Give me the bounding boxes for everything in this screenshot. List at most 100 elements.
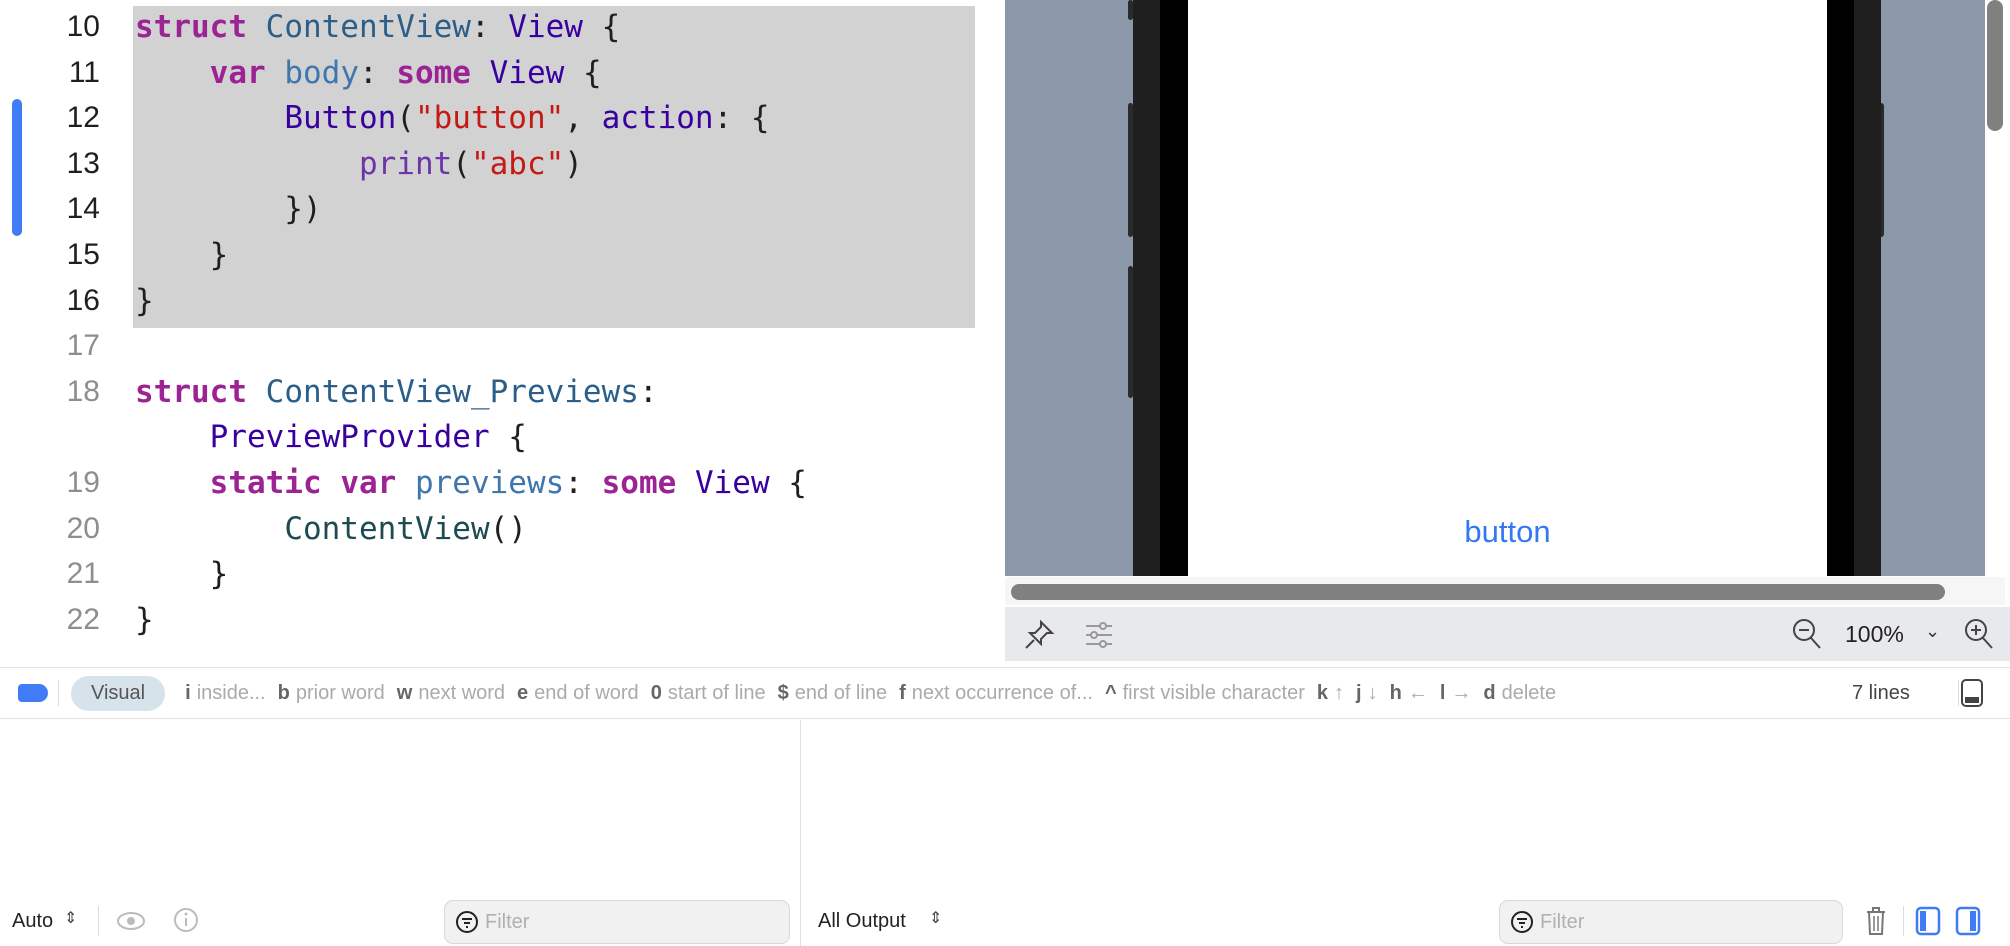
code-text: } [135, 597, 154, 643]
code-line[interactable]: 19 static var previews: some View { [0, 460, 980, 506]
divider [98, 906, 99, 936]
console-output-select[interactable]: All Output [818, 910, 906, 933]
eye-icon[interactable] [116, 908, 146, 934]
code-text: } [135, 232, 229, 278]
vim-hint: l → [1440, 682, 1472, 705]
device-screen: button [1188, 0, 1827, 576]
vim-status-bar: Visual i inside... b prior word w next word e e… [0, 667, 2010, 719]
show-variables-view-icon[interactable] [1915, 906, 1941, 936]
code-line[interactable]: 13 print("abc") [0, 141, 980, 187]
hint-key: j [1356, 681, 1362, 704]
hint-key: e [517, 681, 529, 704]
code-line[interactable]: 14 }) [0, 186, 980, 232]
code-line[interactable]: 22} [0, 597, 980, 643]
variables-filter-field[interactable]: Filter [444, 900, 790, 944]
console-filter-field[interactable]: Filter [1499, 900, 1843, 944]
line-number: 22 [66, 602, 100, 636]
hint-label: next occurrence of... [911, 681, 1093, 704]
hint-label: next word [418, 681, 506, 704]
hint-label: end of word [534, 681, 639, 704]
code-line[interactable]: 10 struct ContentView: View { [0, 4, 980, 50]
show-console-view-icon[interactable] [1955, 906, 1981, 936]
code-token: ContentView_Previews [265, 373, 639, 410]
code-token: : [470, 9, 509, 45]
vim-hint: j ↓ [1356, 682, 1378, 705]
line-number: 21 [66, 557, 100, 591]
code-token: View [508, 9, 583, 45]
vim-hint: ^ first visible character [1105, 682, 1305, 705]
filter-placeholder: Filter [485, 910, 530, 933]
code-line[interactable]: 12 Button("button", action: { [0, 95, 980, 141]
vim-mode-badge: Visual [71, 675, 166, 711]
preview-horizontal-scrollbar[interactable] [1011, 584, 1945, 600]
code-line[interactable]: 18 struct ContentView_Previews: [0, 369, 980, 415]
info-icon[interactable] [172, 906, 200, 934]
hint-label: inside... [196, 681, 266, 704]
code-text: PreviewProvider { [135, 414, 527, 460]
code-token: } [135, 282, 154, 319]
hint-label: ← [1407, 681, 1428, 704]
code-text: struct ContentView: View { [135, 4, 620, 50]
code-line[interactable]: 15 } [0, 232, 980, 278]
code-token: ContentView [265, 9, 471, 45]
hint-label: prior word [295, 681, 385, 704]
line-number: 14 [66, 192, 100, 226]
code-text: Button("button", action: { [135, 95, 769, 141]
code-line[interactable]: PreviewProvider { [0, 414, 980, 460]
divider [58, 680, 59, 706]
filter-icon [456, 911, 478, 933]
hint-key: d [1483, 681, 1496, 704]
zoom-out-icon[interactable] [1791, 617, 1823, 651]
code-token: : [564, 465, 602, 501]
code-token: ( [396, 100, 415, 137]
line-number: 12 [66, 101, 100, 135]
variables-scope-select[interactable]: Auto [12, 910, 53, 933]
code-token: { [489, 419, 527, 456]
toggle-bottom-panel-icon[interactable] [1960, 678, 1986, 708]
zoom-in-icon[interactable] [1963, 617, 1995, 651]
code-token: print [358, 145, 453, 182]
console-view: All Output ⇕ Filter [801, 720, 2010, 946]
preview-vertical-scrollbar[interactable] [1987, 0, 2003, 131]
code-token: () [489, 510, 527, 547]
code-line[interactable]: 20 ContentView() [0, 506, 980, 552]
code-token: struct [135, 9, 247, 45]
pin-icon[interactable] [1023, 619, 1055, 651]
code-text: }) [135, 186, 321, 232]
code-text: print("abc") [135, 141, 583, 187]
code-token: var [340, 465, 397, 501]
code-line[interactable]: 17 [0, 323, 980, 369]
zoom-level[interactable]: 100% [1845, 621, 1904, 648]
code-token: , [564, 100, 602, 137]
line-number: 19 [66, 466, 100, 499]
code-token: some [396, 54, 471, 91]
canvas-preview: button [1005, 0, 1985, 576]
hint-label: ↓ [1367, 681, 1378, 704]
divider [1903, 906, 1904, 936]
code-token: { [769, 465, 807, 501]
chevron-updown-icon: ⇕ [929, 910, 943, 927]
code-token: ) [564, 145, 583, 182]
line-count: 7 lines [1852, 681, 1910, 704]
code-line[interactable]: 16} [0, 278, 980, 324]
vim-hint: 0 start of line [651, 682, 766, 705]
hint-key: l [1439, 681, 1446, 704]
vim-hint: d delete [1483, 682, 1556, 705]
variants-settings-icon[interactable] [1083, 619, 1115, 651]
trash-icon[interactable] [1864, 905, 1888, 937]
code-line[interactable]: 21 } [0, 551, 980, 597]
code-line[interactable]: 11 var body: some View { [0, 50, 980, 96]
code-token: ( [452, 145, 471, 182]
code-token: : [638, 373, 658, 410]
code-token: action [601, 100, 714, 137]
preview-button[interactable]: button [1188, 514, 1827, 550]
chevron-down-icon[interactable]: ⌄ [1925, 621, 1940, 642]
code-editor[interactable]: 10 struct ContentView: View {11 var body:… [0, 0, 980, 667]
line-number: 18 [66, 374, 100, 408]
divider [1958, 680, 1959, 706]
code-token: var [209, 54, 266, 91]
